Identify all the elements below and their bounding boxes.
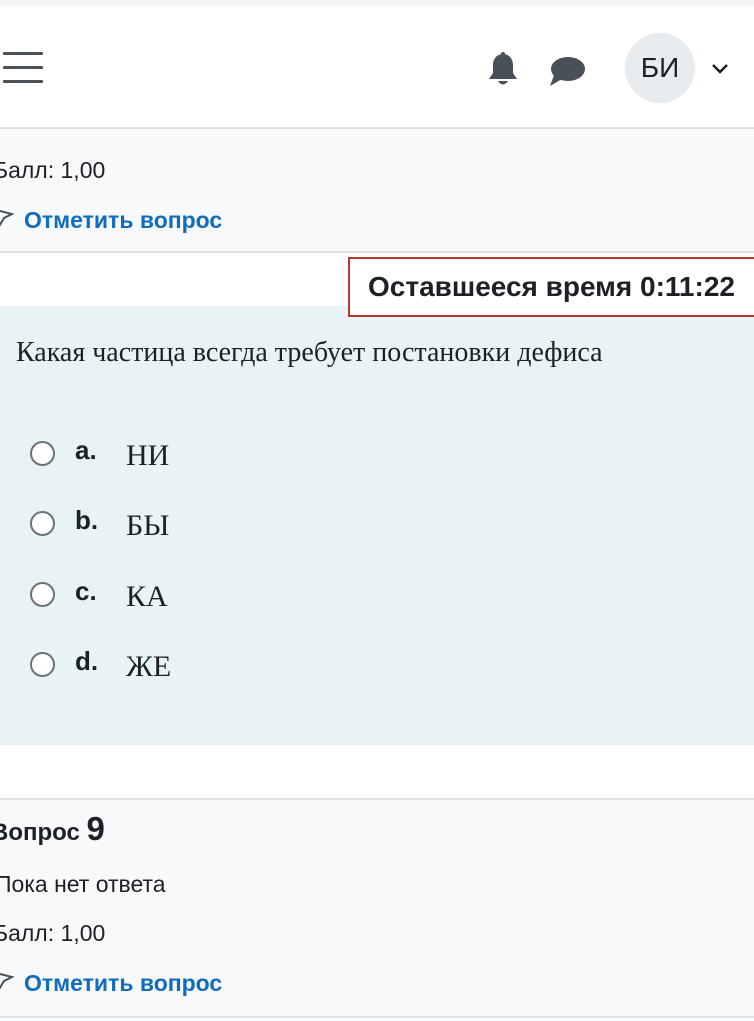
flag-question-link[interactable]: Отметить вопрос	[24, 970, 222, 997]
answer-option-d[interactable]: d. ЖЕ	[30, 646, 330, 686]
flag-icon[interactable]	[0, 971, 14, 993]
question-text: Какая частица всегда требует постановки …	[16, 337, 603, 368]
option-text: БЫ	[126, 509, 170, 542]
radio-button[interactable]	[30, 652, 55, 677]
option-text: НИ	[126, 439, 170, 472]
bell-icon[interactable]	[486, 52, 520, 88]
score-label: Балл: 1,00	[0, 157, 106, 183]
question-number-prefix: Вопрос	[0, 819, 80, 846]
navbar: БИ	[0, 6, 754, 129]
option-letter: d.	[75, 646, 99, 676]
flag-question-link[interactable]: Отметить вопрос	[24, 207, 222, 234]
radio-button[interactable]	[30, 441, 55, 466]
status-label: Пока нет ответа	[0, 871, 166, 897]
avatar[interactable]: БИ	[625, 33, 695, 103]
option-text: КА	[126, 580, 168, 613]
answer-option-b[interactable]: b. БЫ	[30, 505, 330, 545]
radio-button[interactable]	[30, 511, 55, 536]
score-label: Балл: 1,00	[0, 920, 106, 946]
question-number: Вопрос 9	[0, 810, 105, 848]
chat-icon[interactable]	[548, 55, 586, 89]
answer-option-a[interactable]: a. НИ	[30, 435, 330, 475]
flag-icon[interactable]	[0, 208, 14, 230]
chevron-down-icon[interactable]	[710, 58, 730, 78]
menu-icon[interactable]	[3, 52, 43, 84]
radio-button[interactable]	[30, 582, 55, 607]
answer-option-c[interactable]: c. КА	[30, 576, 330, 616]
question-number-value: 9	[86, 810, 105, 847]
previous-question-info	[0, 129, 754, 253]
timer: Оставшееся время 0:11:22	[348, 257, 754, 317]
option-letter: c.	[75, 576, 97, 606]
option-letter: b.	[75, 505, 99, 535]
option-text: ЖЕ	[126, 650, 172, 683]
option-letter: a.	[75, 435, 97, 465]
